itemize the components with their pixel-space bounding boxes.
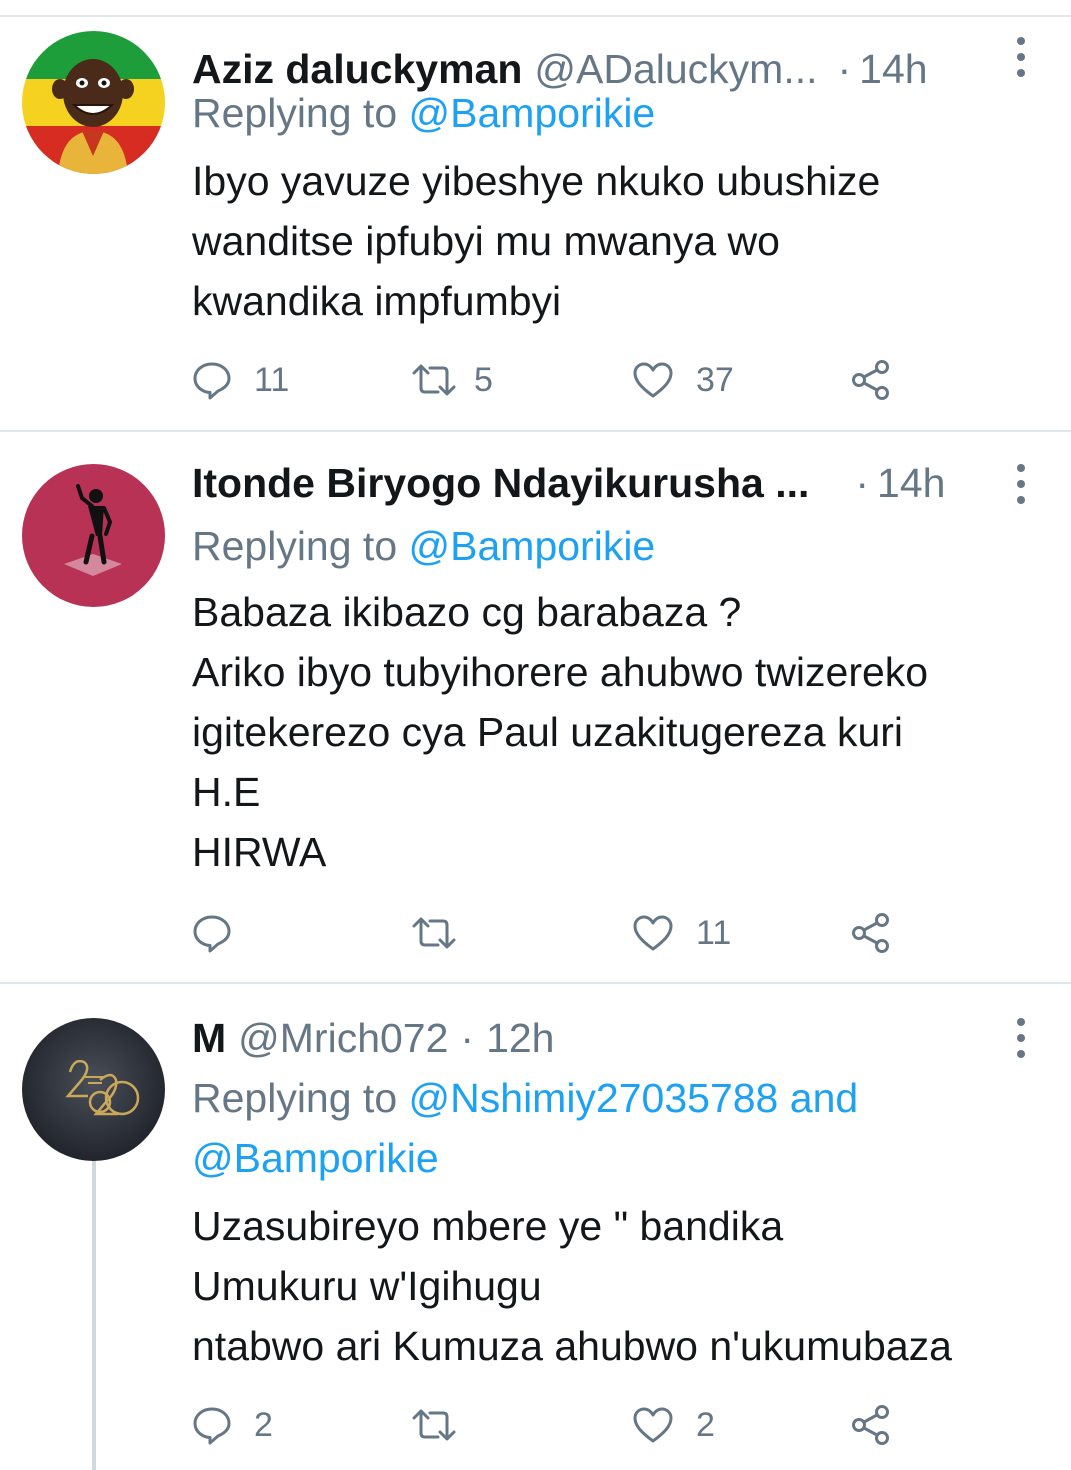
separator-dot: ·: [855, 460, 870, 506]
reply-button[interactable]: 2: [192, 1400, 273, 1450]
separator-dot: ·: [460, 1015, 475, 1061]
retweet-count: 5: [474, 360, 493, 399]
timestamp[interactable]: 12h: [486, 1014, 554, 1062]
retweet-button[interactable]: [410, 1400, 480, 1450]
timestamp[interactable]: 14h: [877, 459, 945, 507]
reply-count: 11: [254, 360, 290, 399]
like-count: 37: [696, 360, 734, 399]
reply-button[interactable]: [192, 908, 254, 958]
tweet-card[interactable]: Aziz daluckyman @ADaluckym... · 14h Repl…: [0, 19, 1071, 432]
heart-icon: [632, 1405, 674, 1445]
replying-to-label: Replying to: [192, 523, 398, 569]
share-icon: [850, 912, 892, 954]
like-button[interactable]: 2: [632, 1400, 715, 1450]
tweet-header: Itonde Biryogo Ndayikurusha ... · 14h: [192, 459, 1001, 507]
reply-count: 2: [254, 1405, 273, 1444]
mention-link[interactable]: @Bamporikie: [192, 1135, 439, 1181]
reply-button[interactable]: 11: [192, 355, 289, 405]
retweet-button[interactable]: [410, 908, 480, 958]
timestamp[interactable]: 14h: [859, 45, 927, 93]
avatar[interactable]: [22, 31, 165, 174]
tweet-header: M @Mrich072 · 12h: [192, 1014, 1001, 1062]
user-handle[interactable]: @Mrich072: [238, 1014, 448, 1062]
mention-conjunction: and: [789, 1075, 859, 1121]
separator-dot: ·: [837, 46, 852, 92]
heart-icon: [632, 360, 674, 400]
replying-to-label: Replying to: [192, 90, 398, 136]
top-divider: [0, 0, 1071, 17]
tweet-card[interactable]: M @Mrich072 · 12h Replying to @Nshimiy27…: [0, 984, 1071, 1470]
mention-link[interactable]: @Bamporikie: [409, 90, 656, 136]
avatar[interactable]: [22, 1018, 165, 1161]
tweet-text: Uzasubireyo mbere ye " bandika Umukuru w…: [192, 1203, 952, 1369]
like-button[interactable]: 11: [632, 908, 731, 958]
replying-to: Replying to @Nshimiy27035788 and @Bampor…: [192, 1068, 1011, 1188]
reply-icon: [192, 1405, 232, 1445]
retweet-button[interactable]: 5: [410, 355, 493, 405]
replying-to: Replying to @Bamporikie: [192, 516, 655, 576]
replying-to-label: Replying to: [192, 1075, 398, 1121]
reply-icon: [192, 913, 232, 953]
mention-link[interactable]: @Nshimiy27035788: [409, 1075, 779, 1121]
like-count: 2: [696, 1405, 715, 1444]
display-name[interactable]: M: [192, 1014, 226, 1062]
more-vertical-icon[interactable]: [1011, 35, 1031, 79]
like-button[interactable]: 37: [632, 355, 734, 405]
retweet-icon: [410, 360, 458, 400]
tweet-text: Ibyo yavuze yibeshye nkuko ubushize wand…: [192, 158, 881, 324]
reply-icon: [192, 360, 232, 400]
share-button[interactable]: [850, 908, 892, 958]
mention-link[interactable]: @Bamporikie: [409, 523, 656, 569]
thread-line: [92, 1160, 96, 1470]
retweet-icon: [410, 913, 458, 953]
share-button[interactable]: [850, 355, 892, 405]
more-vertical-icon[interactable]: [1011, 462, 1031, 506]
more-vertical-icon[interactable]: [1011, 1016, 1031, 1060]
replying-to: Replying to @Bamporikie: [192, 83, 655, 143]
like-count: 11: [696, 913, 732, 952]
display-name[interactable]: Itonde Biryogo Ndayikurusha ...: [192, 459, 809, 507]
share-button[interactable]: [850, 1400, 892, 1450]
share-icon: [850, 1404, 892, 1446]
avatar[interactable]: [22, 464, 165, 607]
share-icon: [850, 359, 892, 401]
retweet-icon: [410, 1405, 458, 1445]
tweet-text: Babaza ikibazo cg barabaza ? Ariko ibyo …: [192, 589, 929, 875]
heart-icon: [632, 913, 674, 953]
tweet-card[interactable]: Itonde Biryogo Ndayikurusha ... · 14h Re…: [0, 432, 1071, 984]
